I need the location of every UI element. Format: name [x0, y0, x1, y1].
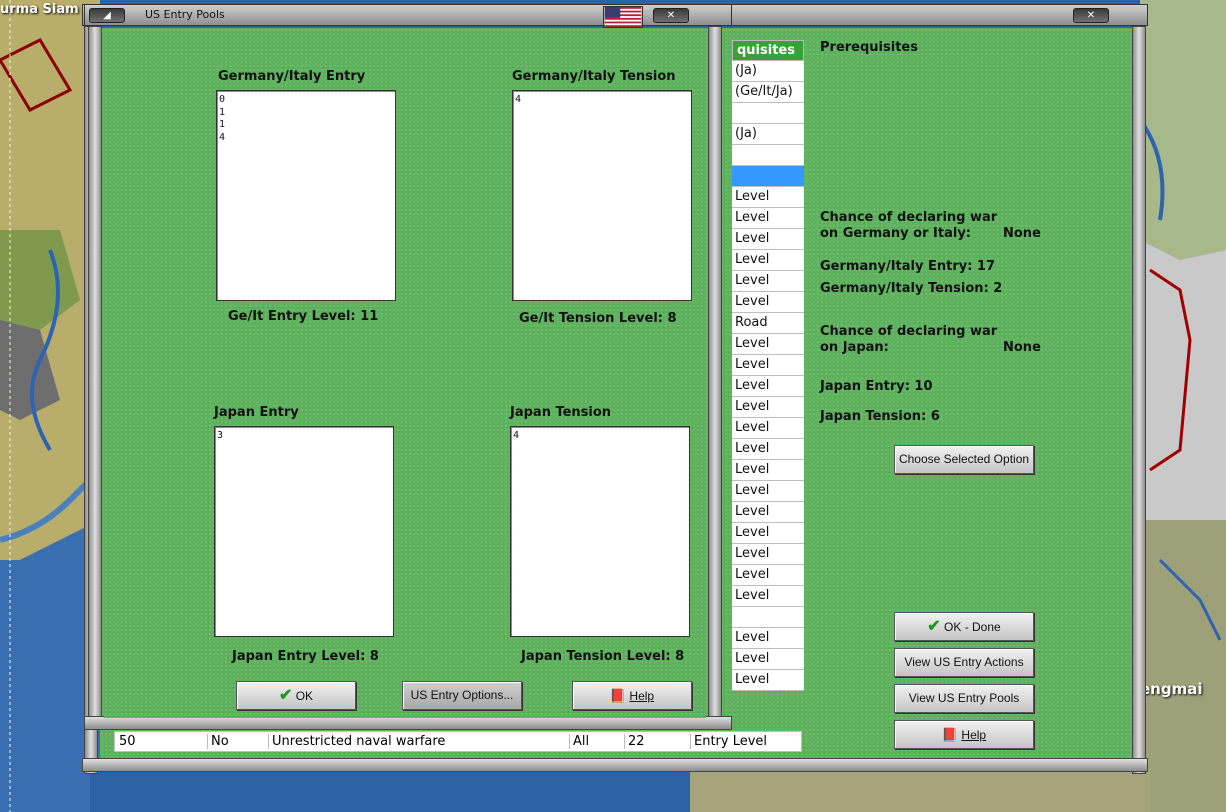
- prerequisites-column-header[interactable]: quisites: [732, 40, 804, 61]
- view-us-entry-pools-button[interactable]: View US Entry Pools: [894, 684, 1034, 713]
- close-icon[interactable]: ✕: [1073, 8, 1109, 23]
- table-cell[interactable]: Level: [732, 481, 804, 502]
- options-table-column: quisites (Ja) (Ge/It/Ja) (Ja) Level Level Lev…: [732, 40, 804, 691]
- ok-label: OK: [295, 689, 314, 703]
- table-cell[interactable]: Level: [732, 334, 804, 355]
- ja-entry-value: Japan Entry: 10: [820, 379, 933, 394]
- ja-tension-pool-list[interactable]: 4: [510, 426, 690, 637]
- table-cell[interactable]: Level: [732, 397, 804, 418]
- ok-done-button[interactable]: ✔ OK - Done: [894, 612, 1034, 641]
- table-cell[interactable]: Level: [732, 628, 804, 649]
- ja-tension-value: Japan Tension: 6: [820, 409, 940, 424]
- table-cell[interactable]: Level: [732, 292, 804, 313]
- map-region-label: urma Siam: [0, 2, 79, 17]
- ja-entry-level: Japan Entry Level: 8: [232, 649, 379, 664]
- help-button[interactable]: 📕 Help: [894, 720, 1034, 749]
- back-frame-right: [1132, 26, 1146, 774]
- table-cell[interactable]: (Ja): [732, 124, 804, 145]
- front-frame-left: [88, 26, 102, 730]
- table-cell[interactable]: Level: [732, 250, 804, 271]
- front-frame-right: [708, 26, 722, 730]
- ge-entry-pool-list[interactable]: 0 1 1 4: [216, 90, 396, 301]
- view-us-entry-actions-button[interactable]: View US Entry Actions: [894, 648, 1034, 677]
- front-window-titlebar[interactable]: ◢ US Entry Pools ✕: [84, 4, 732, 28]
- ja-tension-title: Japan Tension: [510, 405, 612, 420]
- row-target: All: [569, 734, 589, 749]
- chance-ja-value: None: [1003, 340, 1041, 355]
- table-cell[interactable]: Level: [732, 649, 804, 670]
- us-flag-icon: [603, 6, 643, 28]
- table-row[interactable]: 50 No Unrestricted naval warfare All 22 …: [114, 731, 802, 752]
- table-cell[interactable]: [732, 145, 804, 166]
- table-cell[interactable]: Level: [732, 355, 804, 376]
- help-label: Help: [629, 689, 655, 703]
- map-city-label: engmai: [1140, 680, 1203, 698]
- row-name: Unrestricted naval warfare: [268, 734, 445, 749]
- help-label: Help: [961, 728, 987, 742]
- table-cell[interactable]: Level: [732, 439, 804, 460]
- row-type: Entry Level: [690, 734, 767, 749]
- ge-tension-value: Germany/Italy Tension: 2: [820, 281, 1003, 296]
- chance-ge-label-1: Chance of declaring war: [820, 210, 998, 225]
- table-cell[interactable]: (Ja): [732, 61, 804, 82]
- us-entry-pools-window: ◢ US Entry Pools ✕ Germany/Italy Entry 0…: [84, 4, 732, 730]
- table-cell[interactable]: Level: [732, 544, 804, 565]
- table-cell[interactable]: Level: [732, 229, 804, 250]
- chance-ge-label-2: on Germany or Italy:: [820, 226, 972, 241]
- table-cell[interactable]: [732, 166, 804, 187]
- minimize-icon[interactable]: ◢: [89, 8, 125, 23]
- ge-entry-title: Germany/Italy Entry: [218, 69, 366, 84]
- back-frame-bottom: [82, 758, 1148, 772]
- help-button[interactable]: 📕 Help: [572, 681, 692, 710]
- us-entry-options-button[interactable]: US Entry Options...: [402, 681, 522, 710]
- front-frame-bottom: [84, 716, 732, 730]
- row-yesno: No: [207, 734, 229, 749]
- ok-done-label: OK - Done: [944, 620, 1001, 634]
- table-cell[interactable]: Level: [732, 187, 804, 208]
- table-cell[interactable]: Level: [732, 271, 804, 292]
- ge-entry-value: Germany/Italy Entry: 17: [820, 259, 996, 274]
- checkmark-icon: ✔: [278, 687, 293, 704]
- prerequisites-title: Prerequisites: [820, 40, 918, 55]
- table-cell[interactable]: Level: [732, 502, 804, 523]
- choose-selected-option-button[interactable]: Choose Selected Option: [894, 445, 1034, 474]
- table-cells: (Ja) (Ge/It/Ja) (Ja) Level Level Level Level Le…: [732, 61, 804, 691]
- ja-entry-pool-list[interactable]: 3: [214, 426, 394, 637]
- ge-entry-level: Ge/It Entry Level: 11: [228, 309, 379, 324]
- table-cell[interactable]: Level: [732, 565, 804, 586]
- table-cell[interactable]: (Ge/It/Ja): [732, 82, 804, 103]
- table-cell[interactable]: Level: [732, 418, 804, 439]
- table-cell[interactable]: Road: [732, 313, 804, 334]
- map-bottom-terrain: [90, 770, 1150, 812]
- chance-ja-label-2: on Japan:: [820, 340, 889, 355]
- row-number: 50: [119, 734, 136, 749]
- ja-entry-title: Japan Entry: [214, 405, 299, 420]
- ok-button[interactable]: ✔ OK: [236, 681, 356, 710]
- ge-tension-pool-list[interactable]: 4: [512, 90, 692, 301]
- book-icon: 📕: [941, 727, 959, 742]
- window-title: US Entry Pools: [145, 8, 225, 21]
- table-cell[interactable]: Level: [732, 376, 804, 397]
- close-icon[interactable]: ✕: [653, 8, 689, 23]
- table-cell[interactable]: Level: [732, 586, 804, 607]
- ge-tension-title: Germany/Italy Tension: [512, 69, 676, 84]
- chance-ja-label-1: Chance of declaring war: [820, 324, 998, 339]
- ge-tension-level: Ge/It Tension Level: 8: [519, 311, 677, 326]
- table-cell[interactable]: Level: [732, 460, 804, 481]
- row-cost: 22: [624, 734, 645, 749]
- table-cell[interactable]: Level: [732, 208, 804, 229]
- ja-tension-level: Japan Tension Level: 8: [521, 649, 685, 664]
- table-cell[interactable]: Level: [732, 523, 804, 544]
- book-icon: 📕: [609, 688, 627, 703]
- table-cell[interactable]: [732, 607, 804, 628]
- checkmark-icon: ✔: [927, 618, 941, 635]
- table-cell[interactable]: [732, 103, 804, 124]
- chance-ge-value: None: [1003, 226, 1041, 241]
- table-cell[interactable]: Level: [732, 670, 804, 691]
